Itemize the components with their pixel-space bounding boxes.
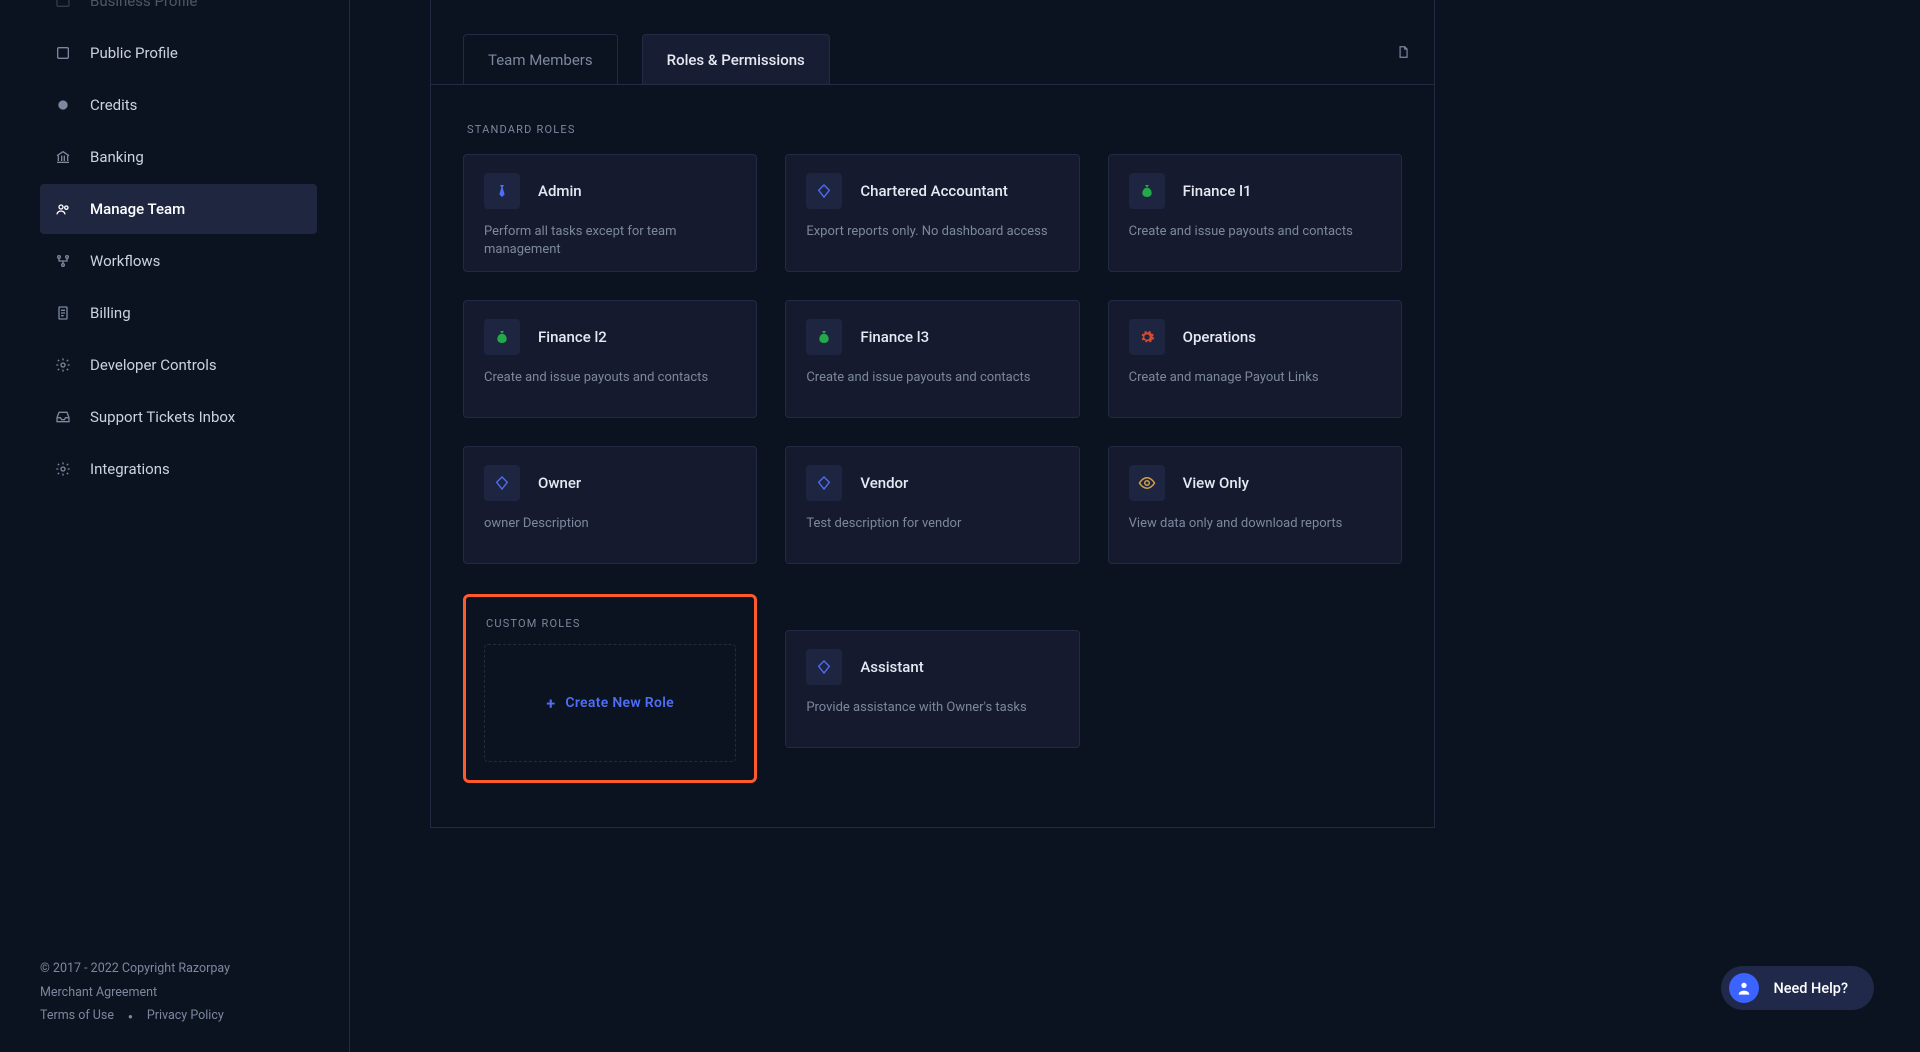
role-title: Owner bbox=[538, 474, 581, 492]
role-title: Finance l3 bbox=[860, 328, 929, 346]
role-description: Provide assistance with Owner's tasks bbox=[806, 699, 1058, 717]
card-body: STANDARD ROLES Admin Perform all tasks e… bbox=[431, 84, 1434, 827]
role-card-chartered-accountant[interactable]: Chartered Accountant Export reports only… bbox=[785, 154, 1079, 272]
sidebar-item-banking[interactable]: Banking bbox=[40, 132, 317, 182]
diamond-icon bbox=[806, 173, 842, 209]
custom-roles-label: CUSTOM ROLES bbox=[486, 617, 734, 630]
role-description: Create and issue payouts and contacts bbox=[484, 369, 736, 387]
inbox-icon bbox=[54, 408, 72, 426]
circle-icon bbox=[54, 96, 72, 114]
money-bag-icon bbox=[1129, 173, 1165, 209]
sidebar-item-label: Support Tickets Inbox bbox=[90, 408, 235, 426]
sidebar-item-label: Business Profile bbox=[90, 0, 197, 10]
sidebar-item-support-tickets[interactable]: Support Tickets Inbox bbox=[40, 392, 317, 442]
create-role-label: Create New Role bbox=[565, 695, 674, 711]
role-description: Create and manage Payout Links bbox=[1129, 369, 1381, 387]
custom-roles-highlight: CUSTOM ROLES + Create New Role bbox=[463, 594, 757, 783]
role-description: View data only and download reports bbox=[1129, 515, 1381, 533]
role-title: Operations bbox=[1183, 328, 1256, 346]
role-title: View Only bbox=[1183, 474, 1249, 492]
tab-roles-permissions[interactable]: Roles & Permissions bbox=[642, 34, 830, 84]
role-card-operations[interactable]: Operations Create and manage Payout Link… bbox=[1108, 300, 1402, 418]
bank-icon bbox=[54, 148, 72, 166]
tie-icon bbox=[484, 173, 520, 209]
sidebar-item-public-profile[interactable]: Public Profile bbox=[40, 28, 317, 78]
role-card-vendor[interactable]: Vendor Test description for vendor bbox=[785, 446, 1079, 564]
standard-roles-grid: Admin Perform all tasks except for team … bbox=[463, 154, 1402, 564]
diamond-icon bbox=[484, 465, 520, 501]
team-icon bbox=[54, 200, 72, 218]
role-card-finance-l2[interactable]: Finance l2 Create and issue payouts and … bbox=[463, 300, 757, 418]
standard-roles-label: STANDARD ROLES bbox=[467, 123, 1398, 136]
role-title: Assistant bbox=[860, 658, 923, 676]
manage-team-card: Team Members Roles & Permissions STANDAR… bbox=[430, 0, 1435, 828]
sidebar-item-label: Workflows bbox=[90, 252, 160, 270]
tab-label: Roles & Permissions bbox=[667, 51, 805, 69]
role-description: Perform all tasks except for team manage… bbox=[484, 223, 736, 259]
copyright-text: © 2017 - 2022 Copyright Razorpay bbox=[40, 957, 317, 981]
role-card-view-only[interactable]: View Only View data only and download re… bbox=[1108, 446, 1402, 564]
gear-icon bbox=[54, 356, 72, 374]
role-description: Test description for vendor bbox=[806, 515, 1058, 533]
sidebar-item-label: Banking bbox=[90, 148, 144, 166]
terms-of-use-link[interactable]: Terms of Use bbox=[40, 1004, 114, 1028]
sidebar-item-label: Developer Controls bbox=[90, 356, 217, 374]
main-panel: Team Members Roles & Permissions STANDAR… bbox=[350, 0, 1920, 1052]
sidebar-item-workflows[interactable]: Workflows bbox=[40, 236, 317, 286]
money-bag-icon bbox=[806, 319, 842, 355]
sidebar-item-manage-team[interactable]: Manage Team bbox=[40, 184, 317, 234]
role-title: Finance l2 bbox=[538, 328, 607, 346]
briefcase-icon bbox=[54, 0, 72, 10]
diamond-icon bbox=[806, 649, 842, 685]
sidebar-item-label: Public Profile bbox=[90, 44, 178, 62]
sidebar-item-credits[interactable]: Credits bbox=[40, 80, 317, 130]
create-new-role-button[interactable]: + Create New Role bbox=[484, 644, 736, 762]
money-bag-icon bbox=[484, 319, 520, 355]
plus-icon: + bbox=[546, 694, 555, 713]
role-description: owner Description bbox=[484, 515, 736, 533]
role-card-owner[interactable]: Owner owner Description bbox=[463, 446, 757, 564]
merchant-agreement-link[interactable]: Merchant Agreement bbox=[40, 981, 317, 1005]
sidebar-item-label: Integrations bbox=[90, 460, 170, 478]
role-title: Chartered Accountant bbox=[860, 182, 1008, 200]
role-title: Vendor bbox=[860, 474, 908, 492]
sidebar-item-billing[interactable]: Billing bbox=[40, 288, 317, 338]
role-card-admin[interactable]: Admin Perform all tasks except for team … bbox=[463, 154, 757, 272]
diamond-icon bbox=[806, 465, 842, 501]
help-avatar-icon bbox=[1729, 973, 1759, 1003]
need-help-button[interactable]: Need Help? bbox=[1721, 966, 1874, 1010]
cog-icon bbox=[1129, 319, 1165, 355]
sidebar-item-business-profile[interactable]: Business Profile bbox=[40, 0, 317, 26]
workflow-icon bbox=[54, 252, 72, 270]
app-root: Business Profile Public Profile Credits … bbox=[0, 0, 1920, 1052]
separator-dot: ● bbox=[128, 1009, 133, 1024]
receipt-icon bbox=[54, 304, 72, 322]
settings-sidebar: Business Profile Public Profile Credits … bbox=[0, 0, 350, 1052]
tab-team-members[interactable]: Team Members bbox=[463, 34, 618, 84]
gear-icon bbox=[54, 460, 72, 478]
tab-label: Team Members bbox=[488, 51, 593, 69]
sidebar-item-integrations[interactable]: Integrations bbox=[40, 444, 317, 494]
role-description: Export reports only. No dashboard access bbox=[806, 223, 1058, 241]
document-icon[interactable] bbox=[1396, 44, 1410, 60]
sidebar-item-developer-controls[interactable]: Developer Controls bbox=[40, 340, 317, 390]
role-description: Create and issue payouts and contacts bbox=[806, 369, 1058, 387]
globe-icon bbox=[54, 44, 72, 62]
role-title: Admin bbox=[538, 182, 582, 200]
need-help-label: Need Help? bbox=[1773, 980, 1848, 997]
eye-icon bbox=[1129, 465, 1165, 501]
sidebar-item-label: Manage Team bbox=[90, 200, 185, 218]
role-card-assistant[interactable]: Assistant Provide assistance with Owner'… bbox=[785, 630, 1079, 748]
privacy-policy-link[interactable]: Privacy Policy bbox=[147, 1004, 224, 1028]
sidebar-item-label: Billing bbox=[90, 304, 131, 322]
tab-bar: Team Members Roles & Permissions bbox=[431, 0, 1434, 84]
sidebar-nav: Business Profile Public Profile Credits … bbox=[40, 0, 317, 927]
role-title: Finance l1 bbox=[1183, 182, 1252, 200]
role-card-finance-l3[interactable]: Finance l3 Create and issue payouts and … bbox=[785, 300, 1079, 418]
sidebar-item-label: Credits bbox=[90, 96, 137, 114]
sidebar-footer: © 2017 - 2022 Copyright Razorpay Merchan… bbox=[40, 927, 317, 1028]
role-description: Create and issue payouts and contacts bbox=[1129, 223, 1381, 241]
role-card-finance-l1[interactable]: Finance l1 Create and issue payouts and … bbox=[1108, 154, 1402, 272]
